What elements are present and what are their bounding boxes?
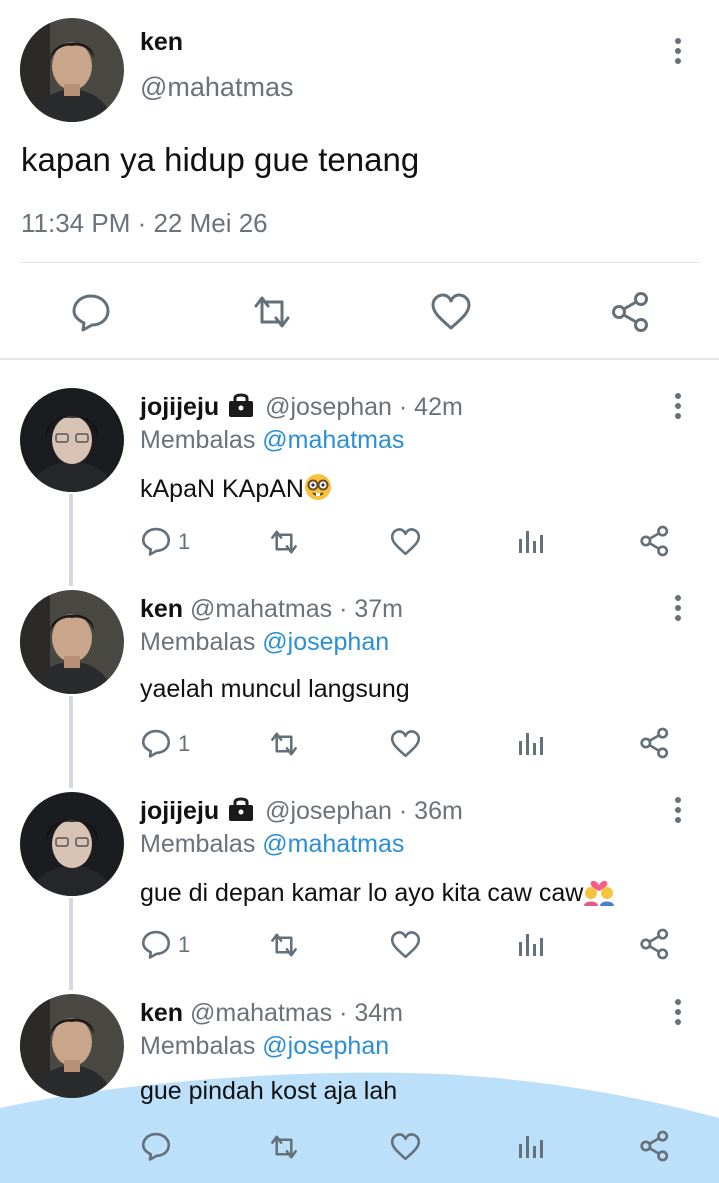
lock-icon <box>228 797 254 828</box>
replying-to-mention[interactable]: @mahatmas <box>262 830 404 858</box>
reply-text-content: kApaN KApAN <box>140 475 304 504</box>
section-divider <box>0 358 719 360</box>
analytics-icon[interactable] <box>518 729 544 757</box>
retweet-icon[interactable] <box>268 930 300 960</box>
analytics-icon[interactable] <box>518 1132 544 1160</box>
thread-line <box>69 494 73 586</box>
reply-display-name[interactable]: ken <box>140 595 183 623</box>
reply-text-content: gue di depan kamar lo ayo kita caw caw <box>140 879 584 908</box>
avatar-ken[interactable] <box>20 994 124 1098</box>
like-icon[interactable] <box>390 527 421 557</box>
share-icon[interactable] <box>639 1130 671 1162</box>
more-icon[interactable] <box>668 595 688 625</box>
reply-age: · 36m <box>398 797 463 825</box>
reply-text: gue pindah kost aja lah <box>140 1077 398 1105</box>
share-icon[interactable] <box>639 525 671 557</box>
reply-icon[interactable] <box>141 728 171 758</box>
reply-display-name[interactable]: jojijeju <box>140 393 219 421</box>
reply-handle[interactable]: @josephan <box>265 797 392 825</box>
retweet-icon[interactable] <box>268 527 300 557</box>
analytics-icon[interactable] <box>518 930 544 958</box>
reply-age: · 42m <box>398 393 463 421</box>
reply-text: gue di depan kamar lo ayo kita caw caw <box>140 876 615 913</box>
reply-header: jojijeju @josephan · 42m <box>140 393 463 424</box>
like-icon[interactable] <box>430 292 472 332</box>
replying-to-mention[interactable]: @josephan <box>262 1032 389 1060</box>
reply-icon[interactable] <box>141 526 171 556</box>
thread-line <box>69 898 73 990</box>
replying-to-mention[interactable]: @josephan <box>262 628 389 656</box>
replying-label: Membalas <box>140 830 256 858</box>
more-icon[interactable] <box>668 999 688 1029</box>
author-display-name[interactable]: ken <box>140 28 183 57</box>
reply-icon[interactable] <box>71 292 111 332</box>
share-icon[interactable] <box>639 928 671 960</box>
reply-count: 1 <box>178 731 191 756</box>
retweet-icon[interactable] <box>268 1132 300 1162</box>
replying-to: Membalas @josephan <box>140 1032 389 1061</box>
reply-handle[interactable]: @mahatmas <box>190 999 332 1027</box>
replying-to-mention[interactable]: @mahatmas <box>262 426 404 454</box>
reply-display-name[interactable]: jojijeju <box>140 797 219 825</box>
reply-header: ken @mahatmas · 34m <box>140 999 403 1028</box>
replying-label: Membalas <box>140 1032 256 1060</box>
more-icon[interactable] <box>668 797 688 827</box>
divider <box>21 262 699 263</box>
thread-line <box>69 696 73 788</box>
like-icon[interactable] <box>390 729 421 759</box>
more-icon[interactable] <box>668 393 688 423</box>
couple-with-heart-icon <box>583 876 615 913</box>
like-icon[interactable] <box>390 930 421 960</box>
author-handle[interactable]: @mahatmas <box>140 72 293 103</box>
reply-text: kApaN KApAN <box>140 473 332 508</box>
tweet-text: kapan ya hidup gue tenang <box>21 141 420 178</box>
like-icon[interactable] <box>390 1132 421 1162</box>
reply-header: jojijeju @josephan · 36m <box>140 797 463 828</box>
replying-label: Membalas <box>140 628 256 656</box>
reply-icon[interactable] <box>141 1131 171 1161</box>
reply-handle[interactable]: @josephan <box>265 393 392 421</box>
reply-display-name[interactable]: ken <box>140 999 183 1027</box>
replying-to: Membalas @mahatmas <box>140 830 404 859</box>
replying-to: Membalas @mahatmas <box>140 426 404 455</box>
replying-to: Membalas @josephan <box>140 628 389 657</box>
retweet-icon[interactable] <box>250 292 294 332</box>
avatar-jojijeju[interactable] <box>20 792 124 896</box>
reply-count: 1 <box>178 932 191 957</box>
share-icon[interactable] <box>639 727 671 759</box>
share-icon[interactable] <box>610 291 652 333</box>
avatar-ken[interactable] <box>20 18 124 122</box>
replying-label: Membalas <box>140 426 256 454</box>
retweet-icon[interactable] <box>268 729 300 759</box>
avatar-jojijeju[interactable] <box>20 388 124 492</box>
reply-count: 1 <box>178 529 191 554</box>
reply-age: · 34m <box>339 999 403 1027</box>
lock-icon <box>228 393 254 424</box>
avatar-ken[interactable] <box>20 590 124 694</box>
tweet-timestamp: 11:34 PM · 22 Mei 26 <box>21 208 268 238</box>
reply-header: ken @mahatmas · 37m <box>140 595 403 624</box>
reply-text: yaelah muncul langsung <box>140 675 410 703</box>
more-icon[interactable] <box>668 38 688 68</box>
analytics-icon[interactable] <box>518 527 544 555</box>
reply-handle[interactable]: @mahatmas <box>190 595 332 623</box>
reply-icon[interactable] <box>141 929 171 959</box>
nerd-face-icon <box>304 473 332 508</box>
reply-age: · 37m <box>339 595 403 623</box>
